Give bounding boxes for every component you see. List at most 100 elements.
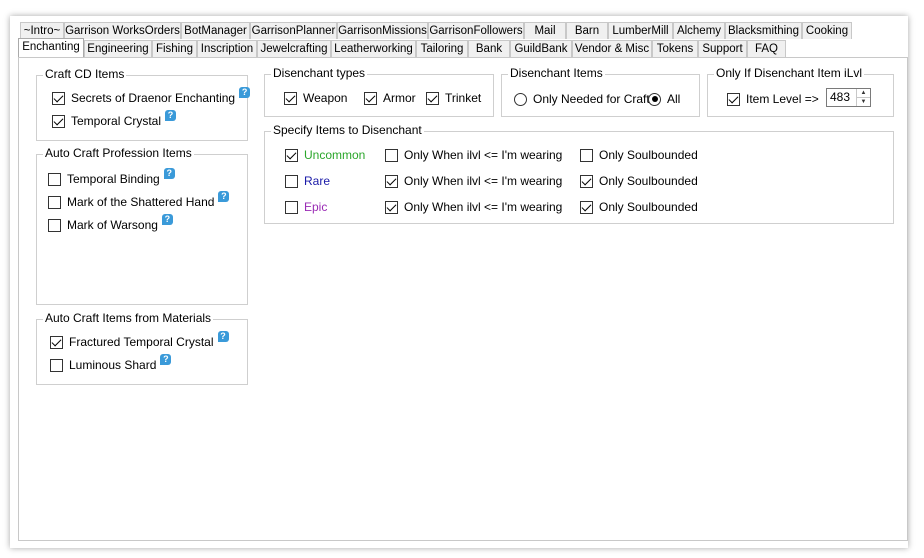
checkbox-label: Weapon	[303, 91, 348, 105]
tab-leatherworking[interactable]: Leatherworking	[331, 40, 416, 57]
stepper-arrows[interactable]: ▲ ▼	[856, 89, 870, 106]
epic-checkbox[interactable]: Epic	[285, 198, 327, 216]
armor-checkbox[interactable]: Armor	[364, 89, 416, 107]
tab-bank[interactable]: Bank	[468, 40, 510, 57]
mark-warsong-checkbox[interactable]: Mark of Warsong ?	[48, 213, 173, 234]
tab-garrison-worksorders[interactable]: Garrison WorksOrders	[64, 22, 181, 39]
checkbox-label: Fractured Temporal Crystal	[69, 335, 214, 349]
checkbox-label: Only Soulbounded	[599, 174, 698, 188]
disenchant-types-group: Disenchant types Weapon Armor Trinket	[264, 66, 494, 117]
checkbox-box[interactable]	[50, 335, 63, 349]
rare-soulbound-checkbox[interactable]: Only Soulbounded	[580, 172, 698, 190]
tab-fishing[interactable]: Fishing	[152, 40, 197, 57]
checkbox-label: Only When ilvl <= I'm wearing	[404, 174, 563, 188]
checkbox-box[interactable]	[385, 174, 398, 188]
item-level-checkbox[interactable]: Item Level =>	[727, 90, 819, 108]
uncommon-ilvl-checkbox[interactable]: Only When ilvl <= I'm wearing	[385, 146, 562, 164]
tab-alchemy[interactable]: Alchemy	[673, 22, 725, 39]
tab-garrisonplanner[interactable]: GarrisonPlanner	[250, 22, 337, 39]
radio-label: Only Needed for Craft	[533, 92, 650, 106]
checkbox-box[interactable]	[426, 91, 439, 105]
tab-barn[interactable]: Barn	[566, 22, 608, 39]
checkbox-box[interactable]	[580, 174, 593, 188]
checkbox-box[interactable]	[385, 148, 398, 162]
tab-guildbank[interactable]: GuildBank	[510, 40, 572, 57]
checkbox-label: Armor	[383, 91, 416, 105]
fractured-temporal-crystal-checkbox[interactable]: Fractured Temporal Crystal ?	[50, 330, 229, 351]
help-icon[interactable]: ?	[218, 190, 230, 202]
rare-ilvl-checkbox[interactable]: Only When ilvl <= I'm wearing	[385, 172, 562, 190]
checkbox-box[interactable]	[580, 200, 593, 214]
checkbox-label: Secrets of Draenor Enchanting	[71, 91, 236, 105]
help-icon[interactable]: ?	[165, 109, 177, 121]
tab-botmanager[interactable]: BotManager	[181, 22, 250, 39]
tab-lumbermill[interactable]: LumberMill	[608, 22, 673, 39]
tab-cooking[interactable]: Cooking	[802, 22, 852, 39]
tab-vendor-misc[interactable]: Vendor & Misc	[572, 40, 652, 57]
disenchant-ilvl-title: Only If Disenchant Item iLvl	[714, 66, 865, 81]
checkbox-label: Only Soulbounded	[599, 200, 698, 214]
item-level-value[interactable]: 483	[827, 89, 856, 106]
tab-inscription[interactable]: Inscription	[197, 40, 257, 57]
luminous-shard-checkbox[interactable]: Luminous Shard ?	[50, 353, 172, 374]
epic-soulbound-checkbox[interactable]: Only Soulbounded	[580, 198, 698, 216]
tab-engineering[interactable]: Engineering	[84, 40, 152, 57]
checkbox-box[interactable]	[52, 91, 65, 105]
tab-tokens[interactable]: Tokens	[652, 40, 698, 57]
disenchant-items-group: Disenchant Items Only Needed for Craft A…	[501, 66, 700, 117]
radio-button[interactable]	[648, 92, 661, 106]
checkbox-label: Only When ilvl <= I'm wearing	[404, 200, 563, 214]
uncommon-soulbound-checkbox[interactable]: Only Soulbounded	[580, 146, 698, 164]
up-arrow-icon[interactable]: ▲	[857, 89, 870, 97]
secrets-of-draenor-checkbox[interactable]: Secrets of Draenor Enchanting ?	[52, 86, 251, 107]
tab-enchanting[interactable]: Enchanting	[18, 38, 84, 57]
temporal-crystal-checkbox[interactable]: Temporal Crystal ?	[52, 109, 177, 130]
checkbox-box[interactable]	[48, 172, 61, 186]
checkbox-box[interactable]	[285, 200, 298, 214]
checkbox-box[interactable]	[48, 195, 61, 209]
item-level-stepper[interactable]: 483 ▲ ▼	[826, 88, 871, 107]
checkbox-box[interactable]	[284, 91, 297, 105]
help-icon[interactable]: ?	[163, 167, 175, 179]
tab-faq[interactable]: FAQ	[747, 40, 786, 57]
checkbox-label: Trinket	[445, 91, 482, 105]
tab-intro[interactable]: ~Intro~	[20, 22, 64, 39]
checkbox-box[interactable]	[385, 200, 398, 214]
checkbox-box[interactable]	[48, 218, 61, 232]
mark-shattered-hand-checkbox[interactable]: Mark of the Shattered Hand ?	[48, 190, 230, 211]
all-radio[interactable]: All	[648, 90, 680, 108]
help-icon[interactable]: ?	[239, 86, 251, 98]
weapon-checkbox[interactable]: Weapon	[284, 89, 347, 107]
radio-button[interactable]	[514, 92, 527, 106]
checkbox-box[interactable]	[285, 174, 298, 188]
checkbox-label: Temporal Crystal	[71, 114, 162, 128]
tab-support[interactable]: Support	[698, 40, 747, 57]
craft-cd-group: Craft CD Items Secrets of Draenor Enchan…	[36, 67, 251, 141]
tab-tailoring[interactable]: Tailoring	[416, 40, 468, 57]
only-needed-radio[interactable]: Only Needed for Craft	[514, 90, 650, 108]
checkbox-box[interactable]	[727, 92, 740, 106]
help-icon[interactable]: ?	[217, 330, 229, 342]
checkbox-box[interactable]	[285, 148, 298, 162]
quality-label: Uncommon	[304, 148, 366, 162]
tab-garrisonmissions[interactable]: GarrisonMissions	[337, 22, 428, 39]
help-icon[interactable]: ?	[160, 353, 172, 365]
tab-jewelcrafting[interactable]: Jewelcrafting	[257, 40, 331, 57]
trinket-checkbox[interactable]: Trinket	[426, 89, 481, 107]
checkbox-box[interactable]	[364, 91, 377, 105]
tab-blacksmithing[interactable]: Blacksmithing	[725, 22, 802, 39]
epic-ilvl-checkbox[interactable]: Only When ilvl <= I'm wearing	[385, 198, 562, 216]
uncommon-checkbox[interactable]: Uncommon	[285, 146, 365, 164]
checkbox-label: Item Level =>	[746, 92, 819, 106]
checkbox-box[interactable]	[580, 148, 593, 162]
temporal-binding-checkbox[interactable]: Temporal Binding ?	[48, 167, 175, 188]
rare-checkbox[interactable]: Rare	[285, 172, 330, 190]
auto-craft-materials-group: Auto Craft Items from Materials Fracture…	[36, 311, 248, 385]
help-icon[interactable]: ?	[161, 213, 173, 225]
checkbox-box[interactable]	[50, 358, 63, 372]
tab-mail[interactable]: Mail	[524, 22, 566, 39]
tab-garrisonfollowers[interactable]: GarrisonFollowers	[428, 22, 524, 39]
down-arrow-icon[interactable]: ▼	[857, 97, 870, 106]
checkbox-box[interactable]	[52, 114, 65, 128]
disenchant-ilvl-group: Only If Disenchant Item iLvl Item Level …	[707, 66, 894, 117]
